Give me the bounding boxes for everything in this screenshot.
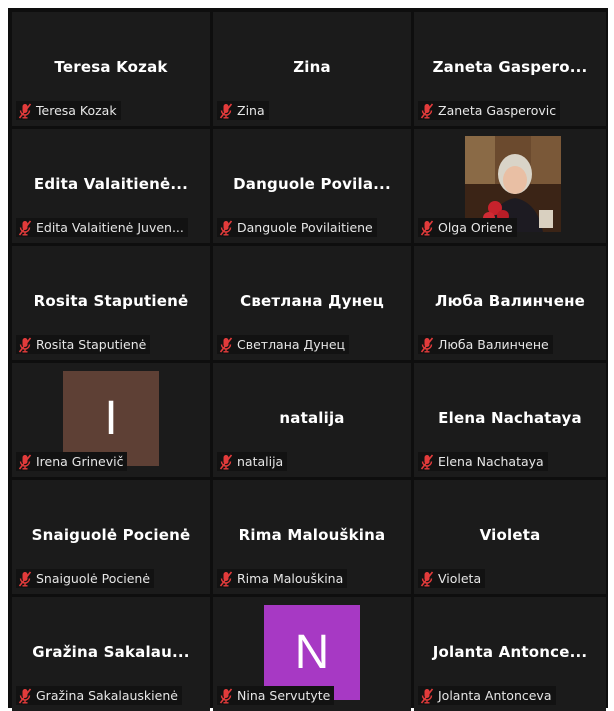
participant-label-text: Jolanta Antonceva [438, 688, 552, 703]
mic-muted-icon [18, 220, 32, 236]
participant-tile[interactable]: Zaneta Gaspero... Zaneta Gasperovic [414, 12, 606, 126]
participant-display-name: Teresa Kozak [54, 58, 168, 76]
participant-label-text: Rosita Staputienė [36, 337, 147, 352]
participant-label: Elena Nachataya [418, 452, 548, 471]
mic-muted-icon [18, 688, 32, 704]
mic-muted-icon [219, 571, 233, 587]
participant-label-text: natalija [237, 454, 284, 469]
participant-tile[interactable]: Светлана Дунец Светлана Дунец [213, 246, 411, 360]
participant-grid: Teresa Kozak Teresa Kozak Zina Zina Zane… [12, 12, 606, 711]
mic-muted-icon [420, 571, 434, 587]
participant-label-text: Rima Malouškina [237, 571, 344, 586]
mic-muted-icon [18, 571, 32, 587]
participant-tile[interactable]: Люба Валинчене Люба Валинчене [414, 246, 606, 360]
participant-label: Snaiguolė Pocienė [16, 569, 155, 588]
participant-display-name: Danguole Povila... [233, 175, 391, 193]
participant-tile[interactable]: Elena Nachataya Elena Nachataya [414, 363, 606, 477]
participant-label: Zaneta Gasperovic [418, 101, 561, 120]
participant-label-text: Teresa Kozak [36, 103, 117, 118]
participant-tile[interactable]: Edita Valaitienė... Edita Valaitienė Juv… [12, 129, 210, 243]
participant-label: Gražina Sakalauskienė [16, 686, 182, 705]
participant-tile[interactable]: Violeta Violeta [414, 480, 606, 594]
participant-label: Teresa Kozak [16, 101, 121, 120]
mic-muted-icon [219, 103, 233, 119]
participant-label: Irena Grinevič [16, 452, 128, 471]
participant-tile[interactable]: Danguole Povila... Danguole Povilaitiene [213, 129, 411, 243]
participant-tile[interactable]: Zina Zina [213, 12, 411, 126]
participant-display-name: Zina [293, 58, 331, 76]
mic-muted-icon [420, 103, 434, 119]
video-gallery: Teresa Kozak Teresa Kozak Zina Zina Zane… [8, 8, 608, 711]
participant-label: Люба Валинчене [418, 335, 553, 354]
participant-display-name: Violeta [479, 526, 541, 544]
participant-label: natalija [217, 452, 288, 471]
participant-label: Светлана Дунец [217, 335, 350, 354]
participant-display-name: Rima Malouškina [238, 526, 386, 544]
participant-label: Jolanta Antonceva [418, 686, 556, 705]
mic-muted-icon [18, 337, 32, 353]
participant-tile[interactable]: Gražina Sakalau... Gražina Sakalauskienė [12, 597, 210, 711]
participant-label: Rosita Staputienė [16, 335, 151, 354]
participant-label: Violeta [418, 569, 486, 588]
participant-label: Danguole Povilaitiene [217, 218, 377, 237]
participant-display-name: Jolanta Antonce... [432, 643, 588, 661]
participant-label: Nina Servutyte [217, 686, 335, 705]
mic-muted-icon [420, 337, 434, 353]
participant-label-text: Danguole Povilaitiene [237, 220, 373, 235]
participant-display-name: Gražina Sakalau... [32, 643, 190, 661]
participant-tile[interactable]: Jolanta Antonce... Jolanta Antonceva [414, 597, 606, 711]
participant-display-name: Люба Валинчене [434, 292, 586, 310]
participant-label-text: Edita Valaitienė Juven... [36, 220, 184, 235]
participant-tile[interactable]: Olga Oriene [414, 129, 606, 243]
participant-label-text: Люба Валинчене [438, 337, 549, 352]
mic-muted-icon [219, 337, 233, 353]
participant-tile[interactable]: I Irena Grinevič [12, 363, 210, 477]
participant-label: Olga Oriene [418, 218, 517, 237]
participant-label-text: Zina [237, 103, 265, 118]
participant-tile[interactable]: Rosita Staputienė Rosita Staputienė [12, 246, 210, 360]
participant-tile[interactable]: Rima Malouškina Rima Malouškina [213, 480, 411, 594]
participant-label-text: Olga Oriene [438, 220, 513, 235]
mic-muted-icon [18, 103, 32, 119]
participant-display-name: Edita Valaitienė... [33, 175, 189, 193]
participant-display-name: Светлана Дунец [240, 292, 384, 310]
mic-muted-icon [219, 688, 233, 704]
participant-label-text: Elena Nachataya [438, 454, 544, 469]
participant-tile[interactable]: Snaiguolė Pocienė Snaiguolė Pocienė [12, 480, 210, 594]
mic-muted-icon [219, 454, 233, 470]
participant-label-text: Gražina Sakalauskienė [36, 688, 178, 703]
participant-label-text: Irena Grinevič [36, 454, 124, 469]
participant-tile[interactable]: Teresa Kozak Teresa Kozak [12, 12, 210, 126]
mic-muted-icon [18, 454, 32, 470]
mic-muted-icon [420, 688, 434, 704]
participant-display-name: Rosita Staputienė [33, 292, 189, 310]
mic-muted-icon [420, 220, 434, 236]
participant-label: Rima Malouškina [217, 569, 348, 588]
participant-label-text: Zaneta Gasperovic [438, 103, 557, 118]
participant-display-name: natalija [279, 409, 345, 427]
participant-label-text: Violeta [438, 571, 482, 586]
participant-display-name: Elena Nachataya [438, 409, 582, 427]
participant-display-name: Zaneta Gaspero... [432, 58, 588, 76]
participant-label-text: Светлана Дунец [237, 337, 346, 352]
participant-label-text: Snaiguolė Pocienė [36, 571, 151, 586]
participant-tile[interactable]: N Nina Servutyte [213, 597, 411, 711]
participant-tile[interactable]: natalija natalija [213, 363, 411, 477]
participant-label: Edita Valaitienė Juven... [16, 218, 188, 237]
participant-label: Zina [217, 101, 269, 120]
participant-label-text: Nina Servutyte [237, 688, 331, 703]
mic-muted-icon [420, 454, 434, 470]
participant-display-name: Snaiguolė Pocienė [31, 526, 191, 544]
mic-muted-icon [219, 220, 233, 236]
